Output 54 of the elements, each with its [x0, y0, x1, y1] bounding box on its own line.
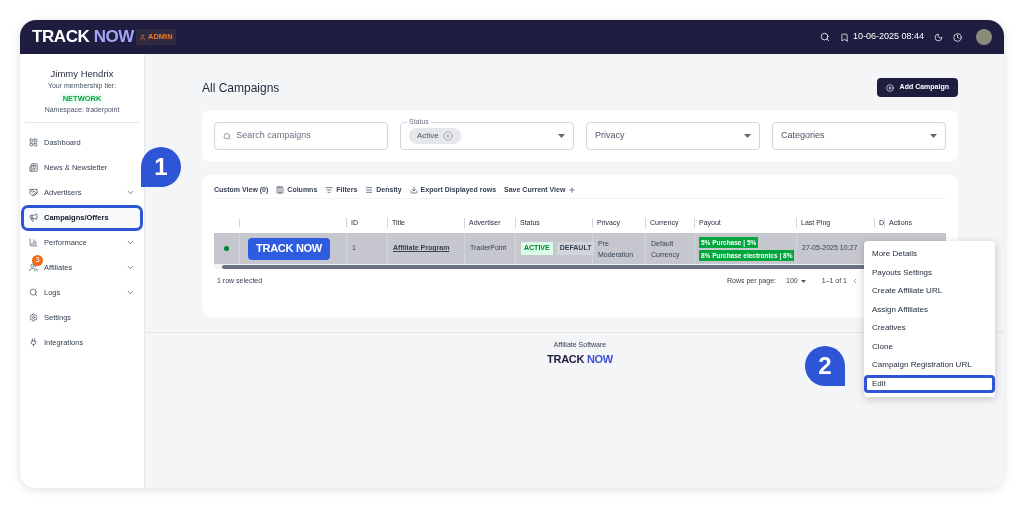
handshake-icon — [29, 188, 38, 197]
first-page-icon[interactable] — [851, 277, 859, 285]
dropdown-caret-icon[interactable] — [558, 134, 565, 138]
users-icon — [29, 263, 38, 272]
menu-item[interactable]: Clone — [864, 337, 995, 356]
status-chip[interactable]: Active — [409, 128, 461, 144]
settings-icon — [29, 313, 38, 322]
date-time: 10-06-2025 08:44 — [852, 30, 924, 44]
chevron-icon — [126, 288, 135, 297]
page-title: All Campaigns — [202, 79, 280, 97]
user-icon — [138, 33, 146, 41]
categories-select[interactable]: Categories — [772, 122, 946, 150]
plus-icon — [568, 186, 577, 194]
privacy-select[interactable]: Privacy — [586, 122, 760, 150]
columns-icon — [276, 186, 285, 194]
clock-icon[interactable] — [953, 32, 962, 42]
menu-item[interactable]: Assign Affiliates — [864, 300, 995, 319]
filter-icon — [325, 186, 334, 194]
search-icon — [29, 288, 38, 297]
density-icon — [365, 186, 374, 194]
plug-icon — [29, 338, 38, 347]
megaphone-icon — [29, 213, 38, 222]
image-logo: TRACK NOW — [256, 241, 322, 257]
menu-item[interactable]: Creatives — [864, 319, 995, 338]
newspaper-icon — [29, 163, 38, 172]
search-field[interactable]: Search campaigns — [214, 122, 388, 150]
avatar[interactable] — [976, 29, 992, 45]
search-input[interactable]: Search campaigns — [236, 129, 379, 143]
dropdown-caret-icon[interactable] — [930, 134, 937, 138]
user-name: Jimmy Hendrix — [50, 67, 114, 81]
chart-icon — [29, 238, 38, 247]
select-placeholder: Privacy — [595, 129, 625, 143]
footer-logo: TRACK NOW — [547, 351, 613, 367]
count-badge: 3 — [32, 254, 43, 266]
chevron-icon — [126, 263, 135, 272]
chevron-icon — [126, 238, 135, 247]
dark-mode-icon[interactable] — [934, 32, 943, 42]
plus-circle-icon — [885, 83, 894, 92]
menu-item[interactable]: Edit — [864, 374, 995, 393]
search-icon[interactable] — [819, 32, 830, 42]
caret-icon — [800, 279, 806, 283]
app-logo: TRACK NOW — [32, 26, 134, 49]
menu-item[interactable]: Create Affiliate URL — [864, 282, 995, 301]
bookmark-icon[interactable] — [839, 32, 849, 42]
remove-icon — [442, 131, 453, 141]
grid-icon — [29, 138, 38, 147]
dropdown-caret-icon[interactable] — [744, 134, 751, 138]
menu-item[interactable]: Payouts Settings — [864, 263, 995, 282]
menu-item[interactable]: More Details — [864, 245, 995, 264]
menu-item[interactable]: Campaign Registration URL — [864, 356, 995, 375]
select-placeholder: Categories — [781, 129, 825, 143]
chevron-icon — [126, 188, 135, 197]
search-icon — [223, 131, 232, 141]
download-icon — [409, 186, 418, 194]
